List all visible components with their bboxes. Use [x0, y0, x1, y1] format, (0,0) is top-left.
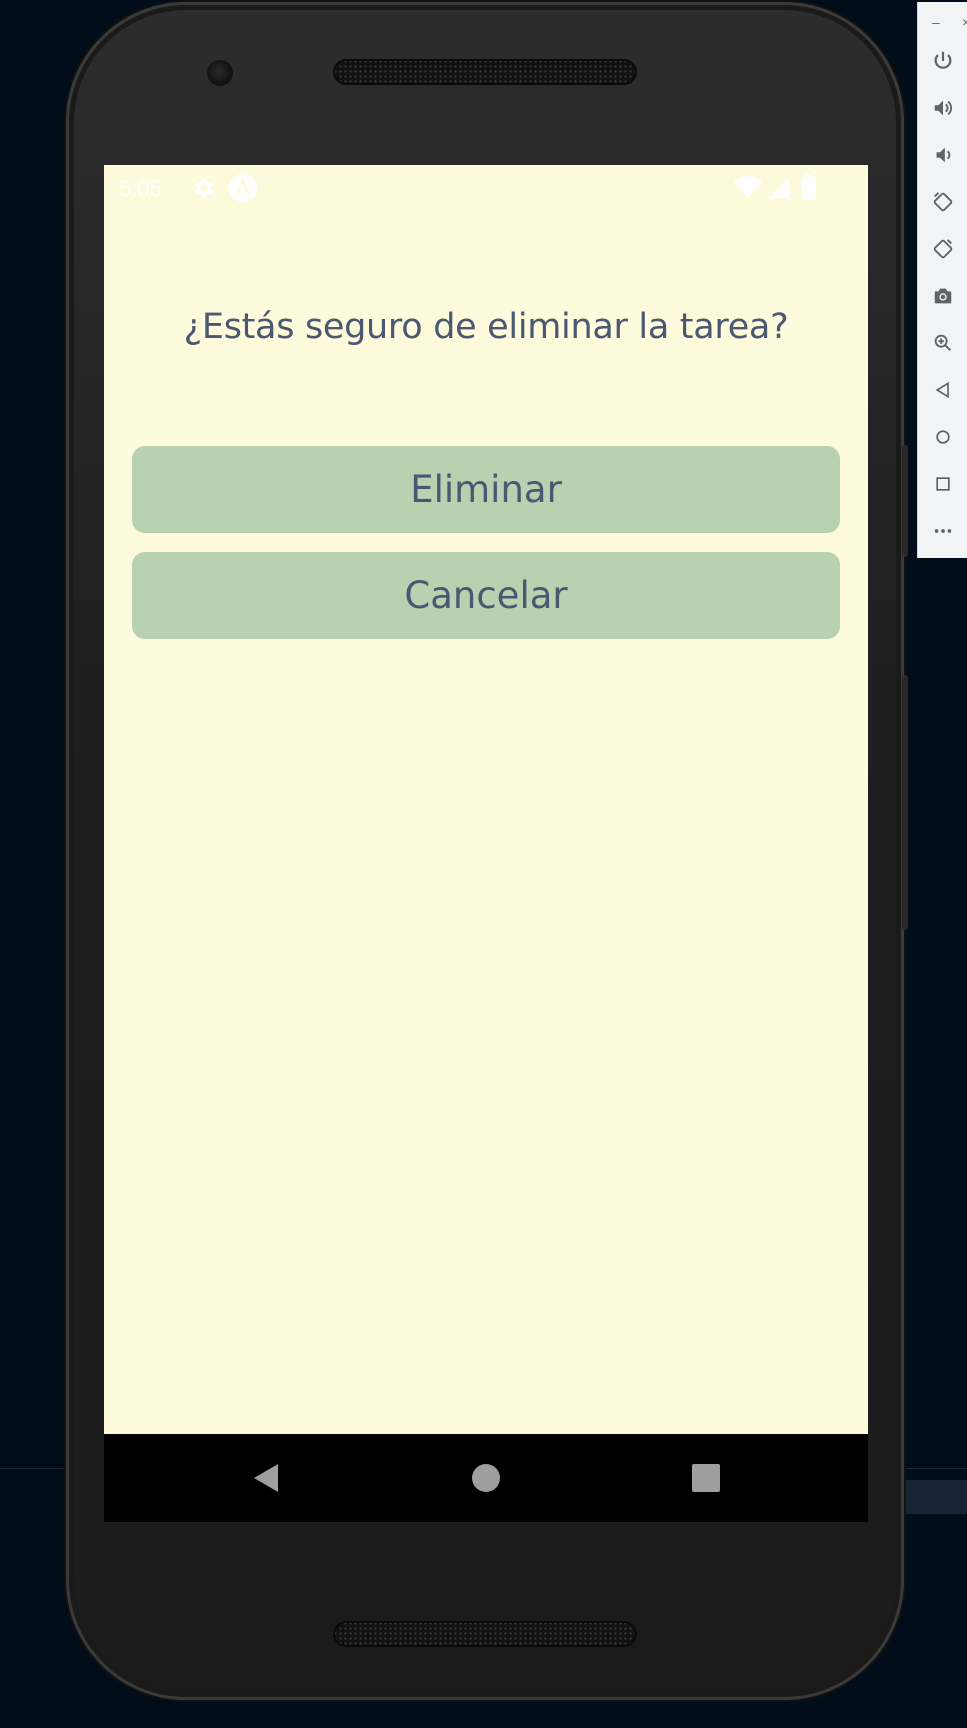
close-icon[interactable]: ×	[962, 14, 967, 30]
home-icon[interactable]	[446, 1434, 526, 1522]
status-time: 5:05	[119, 176, 162, 201]
camera-icon[interactable]	[925, 278, 961, 314]
front-camera	[207, 60, 233, 86]
android-logo-icon	[228, 173, 258, 209]
wifi-icon	[734, 176, 762, 206]
power-icon[interactable]	[925, 43, 961, 79]
gear-icon	[190, 175, 216, 207]
confirm-question: ¿Estás seguro de eliminar la tarea?	[183, 307, 789, 347]
recents-icon[interactable]	[666, 1434, 746, 1522]
status-bar: 5:05	[104, 165, 868, 213]
emulator-toolbar: – ×	[917, 2, 967, 558]
battery-icon	[802, 174, 816, 206]
app-screen: 5:05 ¿Estás seguro de eliminar la tarea?…	[104, 165, 868, 1434]
delete-button[interactable]: Eliminar	[132, 446, 840, 533]
cancel-button[interactable]: Cancelar	[132, 552, 840, 639]
overview-icon[interactable]	[925, 466, 961, 502]
volume-up-icon[interactable]	[925, 90, 961, 126]
back-icon[interactable]	[925, 372, 961, 408]
side-volume-button	[902, 675, 908, 930]
bottom-speaker	[333, 1621, 637, 1647]
navigation-bar	[104, 1434, 868, 1522]
side-power-button	[902, 445, 908, 557]
rotate-left-icon[interactable]	[925, 184, 961, 220]
rotate-right-icon[interactable]	[925, 231, 961, 267]
emulator-window-controls: – ×	[918, 2, 967, 42]
top-speaker	[333, 59, 637, 85]
zoom-icon[interactable]	[925, 325, 961, 361]
back-icon[interactable]	[224, 1434, 304, 1522]
more-icon[interactable]	[925, 513, 961, 549]
volume-down-icon[interactable]	[925, 137, 961, 173]
home-icon[interactable]	[925, 419, 961, 455]
minimize-icon[interactable]: –	[932, 14, 940, 30]
cell-signal-icon	[767, 176, 791, 206]
